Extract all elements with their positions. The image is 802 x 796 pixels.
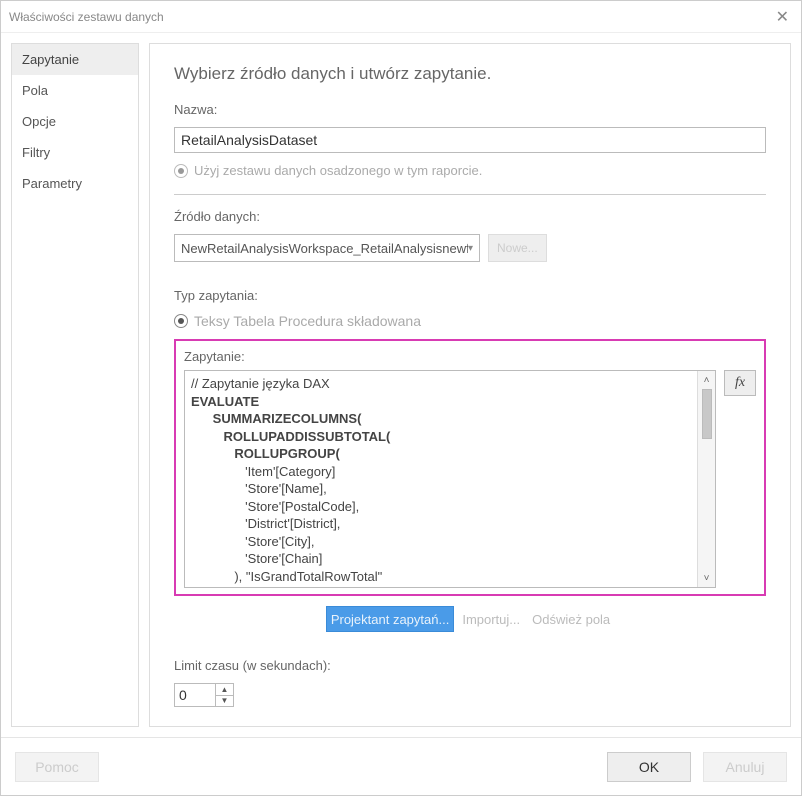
footer: Pomoc OK Anuluj bbox=[1, 737, 801, 795]
query-actions-row: Projektant zapytań... Importuj... Odświe… bbox=[174, 606, 766, 632]
datasource-row: NewRetailAnalysisWorkspace_RetailAnalysi… bbox=[174, 234, 766, 262]
scroll-up-icon[interactable]: ˄ bbox=[698, 371, 715, 389]
content-panel: Wybierz źródło danych i utwórz zapytanie… bbox=[149, 43, 791, 727]
chevron-down-icon: ▾ bbox=[468, 243, 473, 254]
query-type-row: Teksy Tabela Procedura składowana bbox=[174, 313, 766, 329]
query-textarea[interactable]: // Zapytanie języka DAX EVALUATE SUMMARI… bbox=[184, 370, 716, 588]
radio-icon[interactable] bbox=[174, 314, 188, 328]
refresh-fields-button[interactable]: Odśwież pola bbox=[528, 606, 614, 632]
page-heading: Wybierz źródło danych i utwórz zapytanie… bbox=[174, 64, 766, 84]
query-label: Zapytanie: bbox=[184, 349, 756, 364]
radio-icon[interactable] bbox=[174, 164, 188, 178]
new-datasource-button[interactable]: Nowe... bbox=[488, 234, 547, 262]
spin-up-icon[interactable]: ▲ bbox=[216, 684, 233, 696]
sidebar-tab-parameters[interactable]: Parametry bbox=[12, 168, 138, 199]
query-content: // Zapytanie języka DAX EVALUATE SUMMARI… bbox=[185, 371, 697, 587]
datasource-value: NewRetailAnalysisWorkspace_RetailAnalysi… bbox=[181, 241, 468, 256]
query-designer-button[interactable]: Projektant zapytań... bbox=[326, 606, 455, 632]
name-input[interactable] bbox=[174, 127, 766, 153]
fx-button[interactable]: fx bbox=[724, 370, 756, 396]
scroll-thumb[interactable] bbox=[702, 389, 712, 439]
query-block: Zapytanie: // Zapytanie języka DAX EVALU… bbox=[174, 339, 766, 596]
window-title: Właściwości zestawu danych bbox=[9, 10, 164, 24]
sidebar-tab-query[interactable]: Zapytanie bbox=[12, 44, 138, 75]
sidebar-tab-options[interactable]: Opcje bbox=[12, 106, 138, 137]
datasource-select[interactable]: NewRetailAnalysisWorkspace_RetailAnalysi… bbox=[174, 234, 480, 262]
sidebar: Zapytanie Pola Opcje Filtry Parametry bbox=[11, 43, 139, 727]
scroll-down-icon[interactable]: ˅ bbox=[698, 569, 715, 587]
close-icon[interactable]: ✕ bbox=[772, 7, 793, 27]
scrollbar[interactable]: ˄ ˅ bbox=[697, 371, 715, 587]
dialog-body: Zapytanie Pola Opcje Filtry Parametry Wy… bbox=[1, 33, 801, 737]
timeout-input[interactable] bbox=[175, 684, 215, 706]
sidebar-tab-filters[interactable]: Filtry bbox=[12, 137, 138, 168]
divider bbox=[174, 194, 766, 195]
titlebar: Właściwości zestawu danych ✕ bbox=[1, 1, 801, 33]
ok-button[interactable]: OK bbox=[607, 752, 691, 782]
cancel-button[interactable]: Anuluj bbox=[703, 752, 787, 782]
help-button[interactable]: Pomoc bbox=[15, 752, 99, 782]
sidebar-tab-fields[interactable]: Pola bbox=[12, 75, 138, 106]
embedded-radio-row: Użyj zestawu danych osadzonego w tym rap… bbox=[174, 163, 766, 178]
timeout-label: Limit czasu (w sekundach): bbox=[174, 658, 766, 673]
query-type-text: Teksy Tabela Procedura składowana bbox=[194, 313, 421, 329]
spin-down-icon[interactable]: ▼ bbox=[216, 696, 233, 707]
datasource-label: Źródło danych: bbox=[174, 209, 766, 224]
dataset-properties-dialog: Właściwości zestawu danych ✕ Zapytanie P… bbox=[0, 0, 802, 796]
name-label: Nazwa: bbox=[174, 102, 766, 117]
query-type-label: Typ zapytania: bbox=[174, 288, 766, 303]
import-button[interactable]: Importuj... bbox=[458, 606, 524, 632]
timeout-spinner[interactable]: ▲ ▼ bbox=[174, 683, 234, 707]
embedded-label: Użyj zestawu danych osadzonego w tym rap… bbox=[194, 163, 482, 178]
